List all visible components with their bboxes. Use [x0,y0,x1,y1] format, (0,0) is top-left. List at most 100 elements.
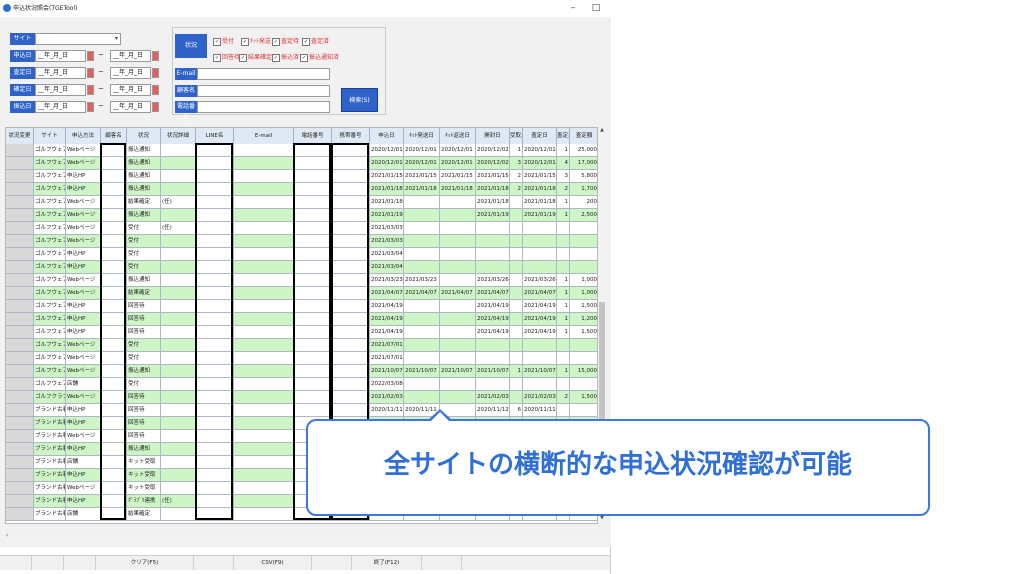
table-row[interactable]: ゴルフウェア 申込HP 受付 2021/03/04 [6,248,597,261]
column-header[interactable]: ｷｯﾄ発送日 [404,128,440,144]
clear-button[interactable]: クリア(F5) [96,556,194,570]
date-from-field[interactable]: __年_月_日 [35,101,86,113]
csv-button[interactable]: CSV(F9) [234,556,312,570]
table-cell[interactable] [6,222,34,235]
date-to-field[interactable]: __年_月_日 [110,50,151,62]
table-row[interactable]: ゴルフウェア Webページ 受付 2021/07/01 [6,339,597,352]
calendar-icon[interactable] [152,68,159,78]
status-checkbox[interactable]: ✓ 回答待 [213,52,240,62]
column-header[interactable]: 申込方法 [66,128,101,144]
calendar-icon[interactable] [87,68,94,78]
date-to-field[interactable]: __年_月_日 [110,67,151,79]
minimize-button[interactable]: – [563,0,583,17]
calendar-icon[interactable] [87,85,94,95]
column-header[interactable]: ｷｯﾄ返送日 [440,128,476,144]
calendar-icon[interactable] [87,51,94,61]
column-header[interactable]: 開封日 [476,128,510,144]
column-header[interactable]: 状況詳細 [161,128,196,144]
table-row[interactable]: ゴルフウェア 申込HP 受付 2021/03/04 [6,261,597,274]
table-cell[interactable] [6,144,34,157]
table-cell[interactable] [6,378,34,391]
table-row[interactable]: ゴルフウェア Webページ 振込通知 2021/01/19 2021/01/19 2021… [6,209,597,222]
email-field[interactable] [197,68,330,80]
calendar-icon[interactable] [87,102,94,112]
status-checkbox[interactable]: ✓ 受付 [213,36,234,46]
column-header[interactable]: 状況変更 [6,128,34,144]
table-cell[interactable] [6,313,34,326]
table-cell[interactable] [6,183,34,196]
date-from-field[interactable]: __年_月_日 [35,50,86,62]
calendar-icon[interactable] [152,102,159,112]
column-header[interactable]: 査定額 [570,128,597,144]
table-row[interactable]: ブランド古着 申込HP 回答待 2020/11/11 2020/11/11 2020/11… [6,404,597,417]
table-row[interactable]: ゴルフウェア Webページ 結果確定 (任) 2021/01/18 2021/01/18 2… [6,196,597,209]
table-cell[interactable] [6,482,34,495]
scroll-left-icon[interactable]: ‹ [6,532,8,539]
column-header[interactable]: E-mail [234,128,294,144]
table-row[interactable]: ゴルフウェア Webページ 振込通知 2020/12/01 2020/12/01 2020… [6,157,597,170]
column-header[interactable]: LINE名 [196,128,234,144]
table-cell[interactable] [6,170,34,183]
column-header[interactable]: 査定日 [523,128,557,144]
calendar-icon[interactable] [152,85,159,95]
column-header[interactable]: 申込日 [370,128,404,144]
table-cell[interactable] [6,300,34,313]
phone-field[interactable] [197,101,330,113]
table-row[interactable]: ゴルフウェア 申込HP 振込通知 2021/01/15 2021/01/15 2021/0… [6,170,597,183]
exit-button[interactable]: 終了(F12) [352,556,422,570]
table-cell[interactable] [6,157,34,170]
column-header[interactable]: 電話番号 [294,128,332,144]
table-cell[interactable] [6,417,34,430]
table-cell[interactable] [6,248,34,261]
table-row[interactable]: ゴルフウェア 申込HP 回答待 2021/04/19 2021/04/19 2021/04… [6,300,597,313]
table-cell[interactable] [6,352,34,365]
column-header[interactable]: 状況 [127,128,161,144]
scroll-thumb[interactable] [599,302,605,422]
table-row[interactable]: ゴルフウェア 申込HP 振込通知 2021/01/18 2021/01/18 2021/0… [6,183,597,196]
table-cell[interactable] [6,274,34,287]
customer-field[interactable] [197,85,330,97]
status-checkbox[interactable]: ✓ 振込通知済 [300,52,339,62]
status-checkbox[interactable]: ✓ 振込済 [272,52,299,62]
table-row[interactable]: ゴルフウェア Webページ 受付 2021/03/03 [6,235,597,248]
table-row[interactable]: ゴルフウェア Webページ 受付 (任) 2021/03/03 [6,222,597,235]
table-cell[interactable] [6,443,34,456]
scroll-up-icon[interactable]: ▲ [598,127,606,133]
column-header[interactable]: サイト [34,128,66,144]
calendar-icon[interactable] [152,51,159,61]
table-cell[interactable] [6,495,34,508]
status-checkbox[interactable]: ✓ ｷｯﾄ発送 [241,36,271,46]
site-select[interactable]: ▾ [35,33,121,45]
table-row[interactable]: ゴルフウェア 店舗 受付 2022/03/08 [6,378,597,391]
table-cell[interactable] [6,404,34,417]
table-row[interactable]: ゴルフウェア 申込HP 回答待 2021/04/19 2021/04/19 2021/04… [6,326,597,339]
maximize-button[interactable]: □ [586,0,606,17]
table-cell[interactable] [6,365,34,378]
table-cell[interactable] [6,235,34,248]
status-checkbox[interactable]: ✓ 査定済 [302,36,329,46]
table-cell[interactable] [6,508,34,521]
table-row[interactable]: ゴルフクラブ Webページ 回答待 2021/02/03 2021/02/03 2021/… [6,391,597,404]
table-cell[interactable] [6,326,34,339]
table-row[interactable]: ゴルフウェア Webページ 振込通知 2021/10/07 2021/10/07 2021… [6,365,597,378]
table-cell[interactable] [6,196,34,209]
status-checkbox[interactable]: ✓ 結果確定 [239,52,272,62]
date-from-field[interactable]: __年_月_日 [35,67,86,79]
table-cell[interactable] [6,391,34,404]
column-header[interactable]: 査定点数 [557,128,570,144]
status-checkbox[interactable]: ✓ 査定待 [272,36,299,46]
column-header[interactable]: 顧客名 [101,128,127,144]
table-row[interactable]: ゴルフウェア Webページ 受付 2021/07/01 [6,352,597,365]
column-header[interactable]: 携帯番号 [332,128,370,144]
column-header[interactable]: 受取点数 [510,128,523,144]
date-from-field[interactable]: __年_月_日 [35,84,86,96]
table-row[interactable]: ゴルフウェア Webページ 振込通知 2021/03/23 2021/03/23 2021… [6,274,597,287]
table-cell[interactable] [6,287,34,300]
table-cell[interactable] [6,469,34,482]
date-to-field[interactable]: __年_月_日 [110,84,151,96]
table-row[interactable]: ゴルフウェア Webページ 結果確定 2021/04/07 2021/04/07 2021… [6,287,597,300]
table-row[interactable]: ゴルフウェア 申込HP 回答待 2021/04/19 2021/04/19 2021/04… [6,313,597,326]
search-button[interactable]: 検索(S) [341,88,378,112]
table-cell[interactable] [6,261,34,274]
table-row[interactable]: ゴルフウェア Webページ 振込通知 2020/12/01 2020/12/01 2020… [6,144,597,157]
